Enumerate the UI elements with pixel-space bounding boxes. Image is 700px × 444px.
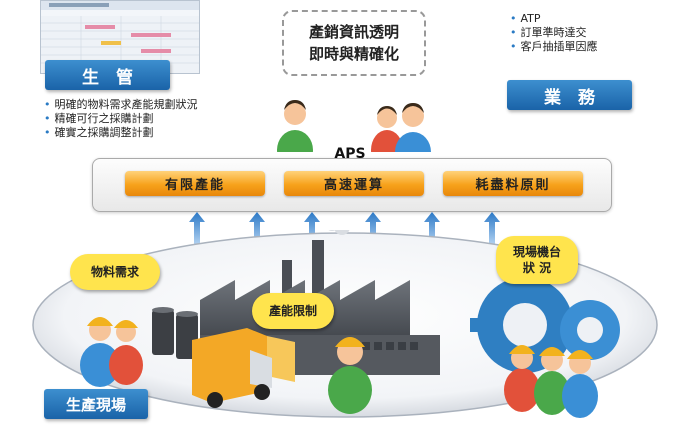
person-blue-icon [395, 103, 431, 152]
transparency-callout: 產銷資訊透明 即時與精確化 [282, 10, 426, 76]
module-material-depletion: 耗盡料原則 [443, 171, 583, 196]
machine-status-line-1: 現場機台 [512, 245, 561, 259]
business-bullets: ATP 訂單準時達交 客戶抽插單因應 [510, 12, 598, 54]
production-control-title: 生 管 [45, 60, 170, 90]
production-control-bullets: 明確的物料需求產能規劃狀況 精確可行之採購計劃 確實之採購調整計劃 [44, 98, 198, 140]
machine-status-line-2: 狀 況 [522, 261, 552, 275]
person-green-icon [277, 100, 313, 152]
workers-right-icon [504, 345, 598, 418]
bullet-item: 訂單準時達交 [510, 26, 598, 40]
module-high-speed-computing: 高速運算 [284, 171, 424, 196]
bullet-item: 客戶抽插單因應 [510, 40, 598, 54]
shop-floor-title: 生產現場 [44, 389, 148, 419]
business-title: 業 務 [507, 80, 632, 110]
capacity-limit-bubble: 產能限制 [252, 293, 334, 329]
bullet-item: 明確的物料需求產能規劃狀況 [44, 98, 198, 112]
machine-status-bubble: 現場機台 狀 況 [496, 236, 578, 284]
bullet-item: 確實之採購調整計劃 [44, 126, 198, 140]
material-demand-bubble: 物料需求 [70, 254, 160, 290]
bullet-item: 精確可行之採購計劃 [44, 112, 198, 126]
material-demand-label: 物料需求 [90, 265, 139, 279]
capacity-limit-label: 產能限制 [268, 304, 317, 318]
people-icon [277, 100, 431, 152]
bullet-item: ATP [510, 12, 598, 26]
callout-line-1: 產銷資訊透明 [308, 23, 399, 41]
callout-line-2: 即時與精確化 [308, 45, 399, 63]
module-finite-capacity: 有限產能 [125, 171, 265, 196]
